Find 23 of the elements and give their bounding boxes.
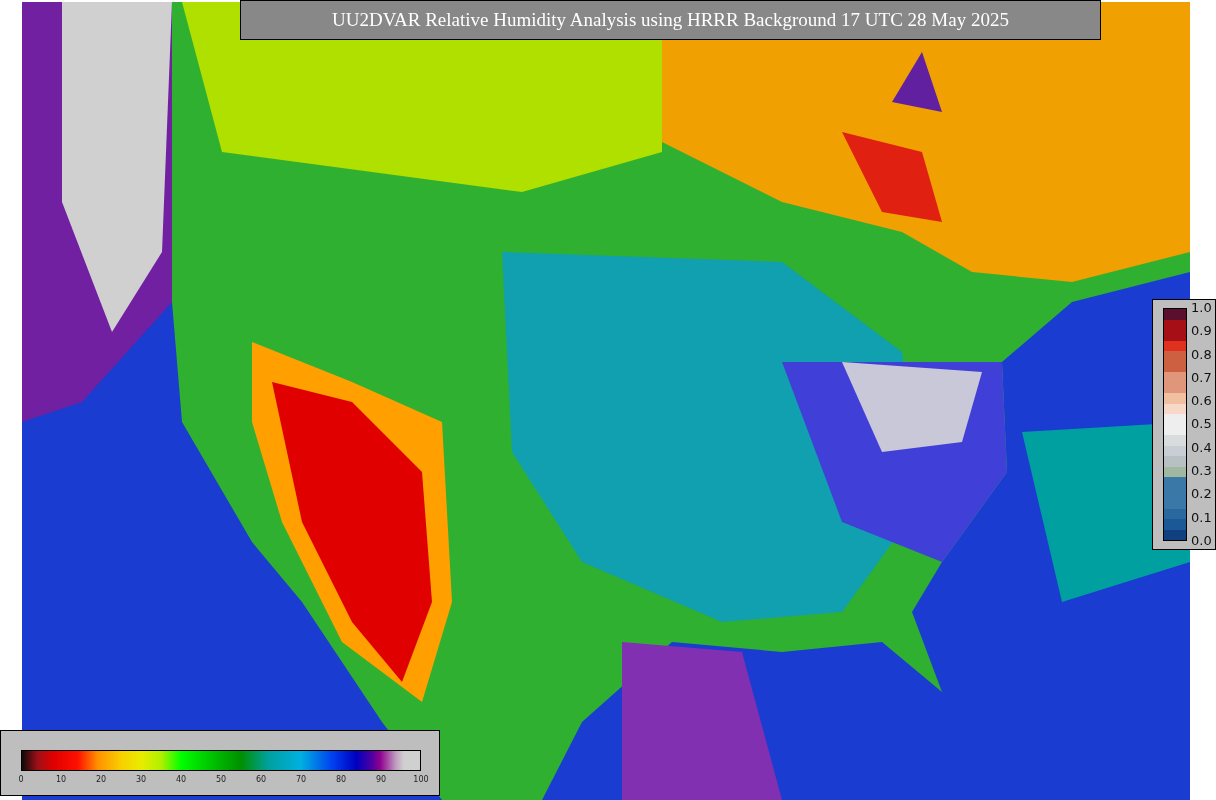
colorbar-label: 30 — [135, 774, 147, 786]
colorbar-label: 100 — [413, 774, 429, 786]
colorbar-label: 50 — [215, 774, 227, 786]
colorbar-label: 0.8 — [1191, 346, 1212, 362]
colorbar-label: 0.5 — [1191, 416, 1212, 432]
colorbar-label: 0.9 — [1191, 323, 1212, 339]
colorbar-label: 70 — [295, 774, 307, 786]
colorbar-label: 0.7 — [1191, 369, 1212, 385]
colorbar-label: 10 — [55, 774, 67, 786]
colorbar-label: 0.3 — [1191, 463, 1212, 479]
map-title: UU2DVAR Relative Humidity Analysis using HRRR Background 17 UTC 28 May 2025 — [240, 0, 1101, 40]
colorbar-label: 1.0 — [1191, 300, 1212, 315]
colorbar-label: 0.4 — [1191, 439, 1212, 455]
colorbar-label: 0.1 — [1191, 509, 1212, 525]
colorbar-label: 0.2 — [1191, 486, 1212, 502]
colorbar-label: 90 — [375, 774, 387, 786]
colorbar-label: 0 — [18, 774, 24, 786]
colorbar-label: 60 — [255, 774, 267, 786]
colorbar-label: 80 — [335, 774, 347, 786]
colorbar-label: 0.0 — [1191, 532, 1212, 548]
colorbar-label: 40 — [175, 774, 187, 786]
colorbar-label: 20 — [95, 774, 107, 786]
colorbar-label: 0.6 — [1191, 393, 1212, 409]
